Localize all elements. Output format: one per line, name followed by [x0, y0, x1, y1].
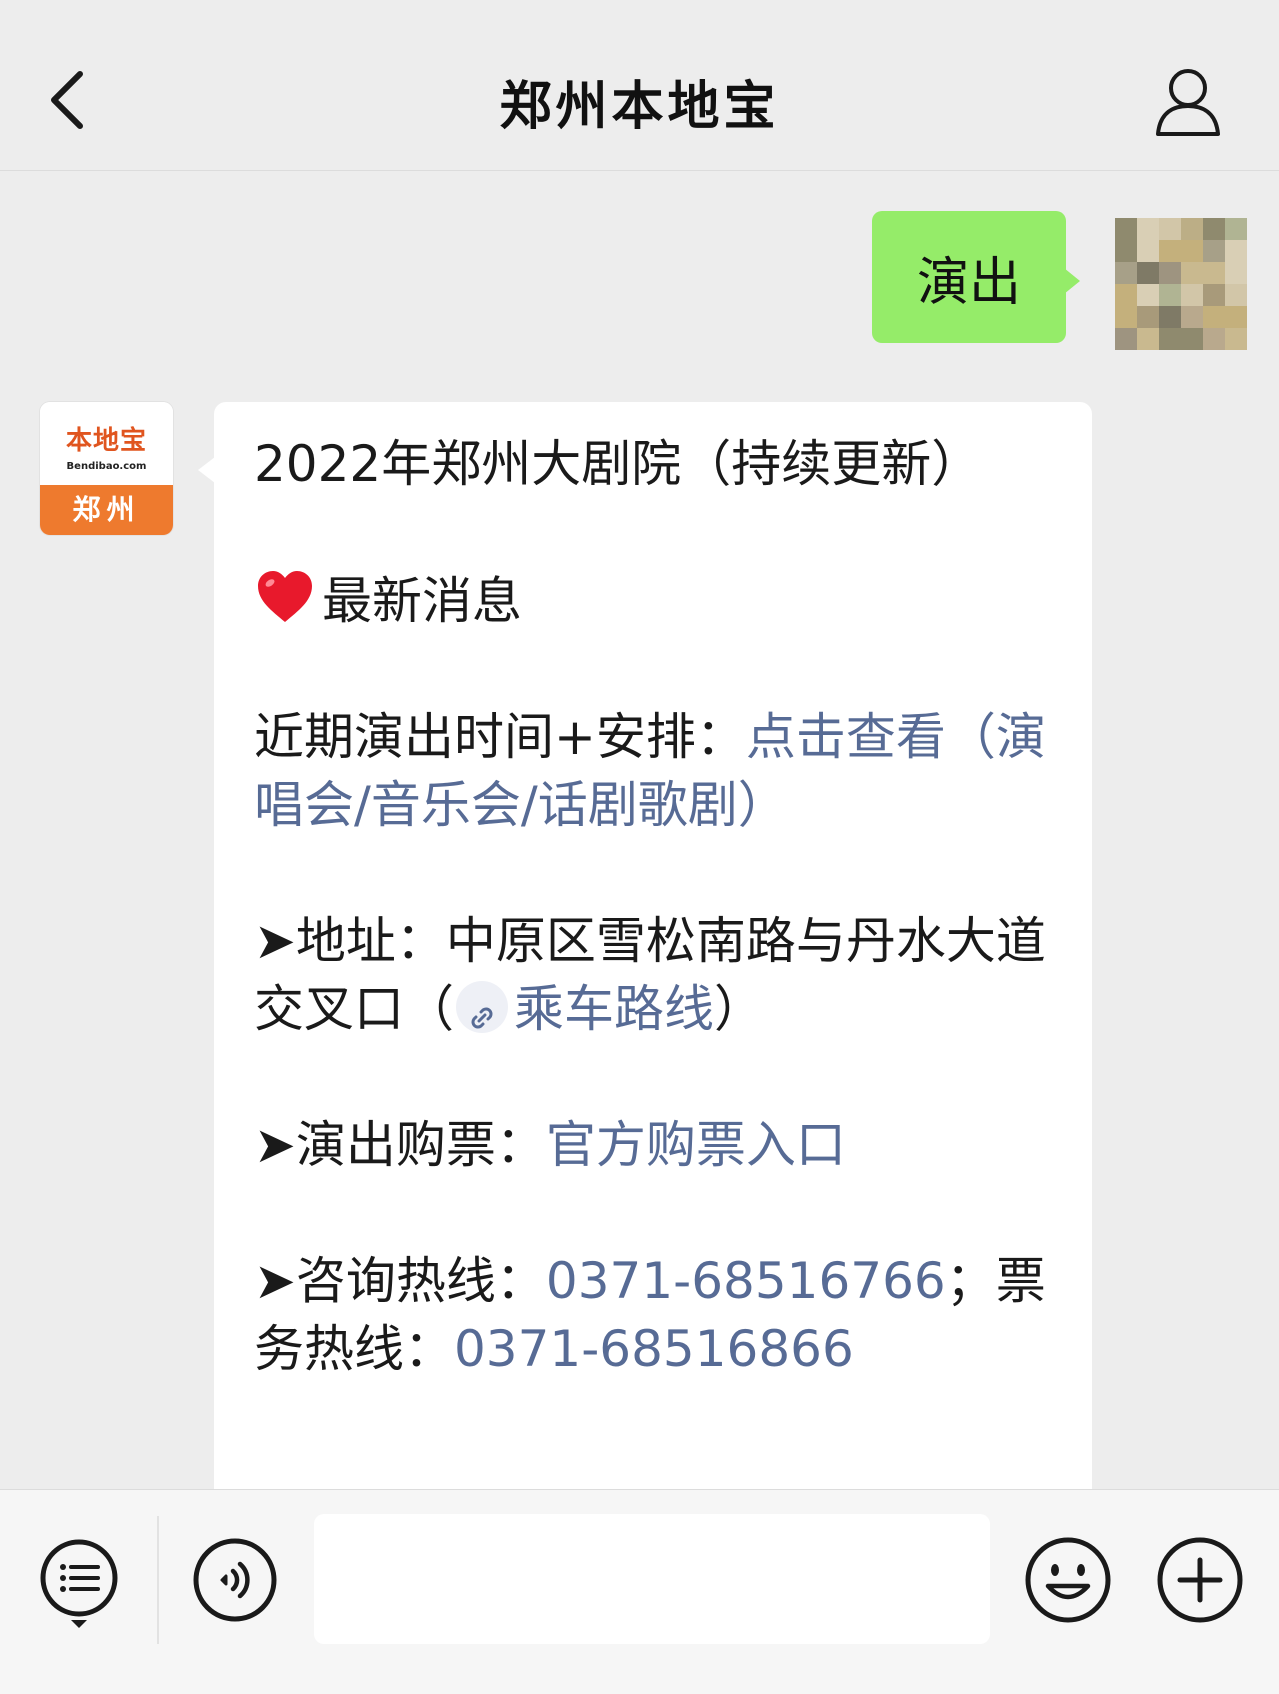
ticket-link[interactable]: 官方购票入口 [546, 1116, 846, 1174]
avatar-mosaic-cell [1203, 262, 1225, 284]
avatar-mosaic-cell [1137, 306, 1159, 328]
consult-separator: ； [945, 1252, 996, 1310]
avatar-mosaic-cell [1115, 262, 1137, 284]
avatar-mosaic-cell [1115, 240, 1137, 262]
news-line: 最新消息 [254, 566, 1064, 635]
outgoing-message[interactable]: 演出 [872, 211, 1066, 343]
avatar-mosaic-cell [1115, 306, 1137, 328]
mini-program-link-icon[interactable] [456, 981, 508, 1033]
avatar-mosaic-cell [1137, 328, 1159, 350]
title-bar: 郑州本地宝 [0, 0, 1279, 171]
emoji-icon [1025, 1537, 1111, 1623]
avatar-mosaic-cell [1225, 284, 1247, 306]
ticket-hotline-number[interactable]: 0371-68516866 [454, 1320, 854, 1378]
schedule-line: 近期演出时间+安排：点击查看（演唱会/音乐会/话剧歌剧） [254, 703, 1064, 839]
avatar-mosaic-cell [1159, 218, 1181, 240]
consult-line: ➤咨询热线：0371-68516766；票务热线：0371-68516866 [254, 1247, 1064, 1383]
menu-button[interactable] [38, 1538, 120, 1632]
user-avatar[interactable] [1115, 218, 1247, 350]
input-bar [0, 1489, 1279, 1694]
address-label: ➤地址： [254, 912, 446, 970]
plus-icon [1157, 1537, 1243, 1623]
message-input[interactable] [314, 1514, 990, 1644]
person-icon [1156, 69, 1220, 136]
route-link[interactable]: 乘车路线 [514, 980, 714, 1038]
voice-icon [193, 1538, 277, 1622]
message-title: 2022年郑州大剧院（持续更新） [254, 435, 982, 493]
divider [157, 1516, 159, 1644]
avatar-mosaic-cell [1225, 262, 1247, 284]
profile-button[interactable] [1148, 64, 1228, 140]
outgoing-message-text: 演出 [916, 252, 1021, 313]
brand-site: Bendibao.com [66, 461, 147, 472]
avatar-mosaic-cell [1203, 240, 1225, 262]
avatar-mosaic-cell [1159, 262, 1181, 284]
news-heading: 最新消息 [322, 572, 522, 630]
consult-number[interactable]: 0371-68516766 [546, 1252, 946, 1310]
avatar-mosaic-cell [1137, 240, 1159, 262]
brand-logo: 本地宝 Bendibao.com [40, 402, 173, 485]
avatar-mosaic-cell [1225, 306, 1247, 328]
plus-button[interactable] [1156, 1536, 1244, 1624]
ticket-label: ➤演出购票： [254, 1116, 546, 1174]
incoming-message[interactable]: 2022年郑州大剧院（持续更新） 最新消息 近期演出时间+安排：点击查看（演唱会… [214, 402, 1092, 1489]
avatar-mosaic-cell [1225, 328, 1247, 350]
avatar-mosaic-cell [1181, 262, 1203, 284]
voice-button[interactable] [192, 1537, 278, 1623]
avatar-mosaic-cell [1181, 284, 1203, 306]
avatar-mosaic-cell [1203, 306, 1225, 328]
avatar-mosaic-cell [1181, 306, 1203, 328]
outgoing-bubble-tail [1064, 268, 1080, 294]
avatar-mosaic-cell [1181, 328, 1203, 350]
schedule-label: 近期演出时间+安排： [254, 708, 746, 766]
avatar-mosaic-cell [1159, 240, 1181, 262]
brand-name: 本地宝 [65, 426, 147, 456]
avatar-mosaic-cell [1159, 328, 1181, 350]
avatar-mosaic-cell [1159, 284, 1181, 306]
avatar-mosaic-cell [1225, 240, 1247, 262]
emoji-button[interactable] [1024, 1536, 1112, 1624]
page-title: 郑州本地宝 [499, 77, 780, 137]
brand-city: 郑州 [40, 485, 173, 535]
avatar-mosaic-cell [1225, 218, 1247, 240]
avatar-mosaic-cell [1115, 218, 1137, 240]
heart-icon [258, 571, 312, 622]
avatar-mosaic-cell [1159, 306, 1181, 328]
avatar-mosaic-cell [1203, 328, 1225, 350]
address-line: ➤地址：中原区雪松南路与丹水大道交叉口（ 乘车路线） [254, 907, 1064, 1043]
consult-label: ➤咨询热线： [254, 1252, 546, 1310]
avatar-mosaic-cell [1203, 218, 1225, 240]
ticket-line: ➤演出购票：官方购票入口 [254, 1111, 1064, 1179]
message-body: 2022年郑州大剧院（持续更新） 最新消息 近期演出时间+安排：点击查看（演唱会… [254, 430, 1064, 1383]
menu-list-icon [40, 1539, 118, 1628]
avatar-mosaic-cell [1181, 240, 1203, 262]
sender-avatar[interactable]: 本地宝 Bendibao.com 郑州 [40, 402, 173, 535]
avatar-mosaic-cell [1203, 284, 1225, 306]
chat-area[interactable]: 演出 本地宝 Bendibao.com 郑州 2022年郑州大剧院（持续更新） … [0, 171, 1279, 1489]
incoming-bubble-tail [198, 457, 215, 483]
avatar-mosaic-cell [1115, 328, 1137, 350]
address-close: ） [714, 980, 764, 1038]
avatar-mosaic-cell [1115, 284, 1137, 306]
avatar-mosaic-cell [1137, 218, 1159, 240]
avatar-mosaic-cell [1181, 218, 1203, 240]
avatar-mosaic-cell [1137, 262, 1159, 284]
avatar-mosaic-cell [1137, 284, 1159, 306]
